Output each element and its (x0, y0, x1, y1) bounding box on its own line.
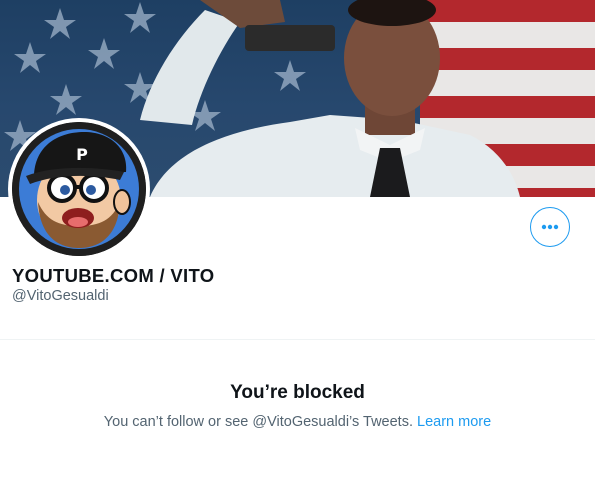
blocked-message-row: You can’t follow or see @VitoGesualdi’s … (0, 414, 595, 430)
blocked-message: You can’t follow or see @VitoGesualdi’s … (103, 414, 413, 430)
profile-handle: @VitoGesualdi (12, 288, 109, 304)
blocked-title: You’re blocked (230, 382, 365, 403)
svg-text:P: P (76, 145, 88, 164)
more-horizontal-icon (541, 224, 559, 230)
avatar-image: P (12, 122, 146, 256)
display-name: YOUTUBE.COM / VITO (12, 265, 215, 286)
avatar[interactable]: P (8, 118, 150, 260)
divider (0, 339, 595, 340)
learn-more-link[interactable]: Learn more (417, 414, 491, 430)
more-options-button[interactable] (530, 207, 570, 247)
